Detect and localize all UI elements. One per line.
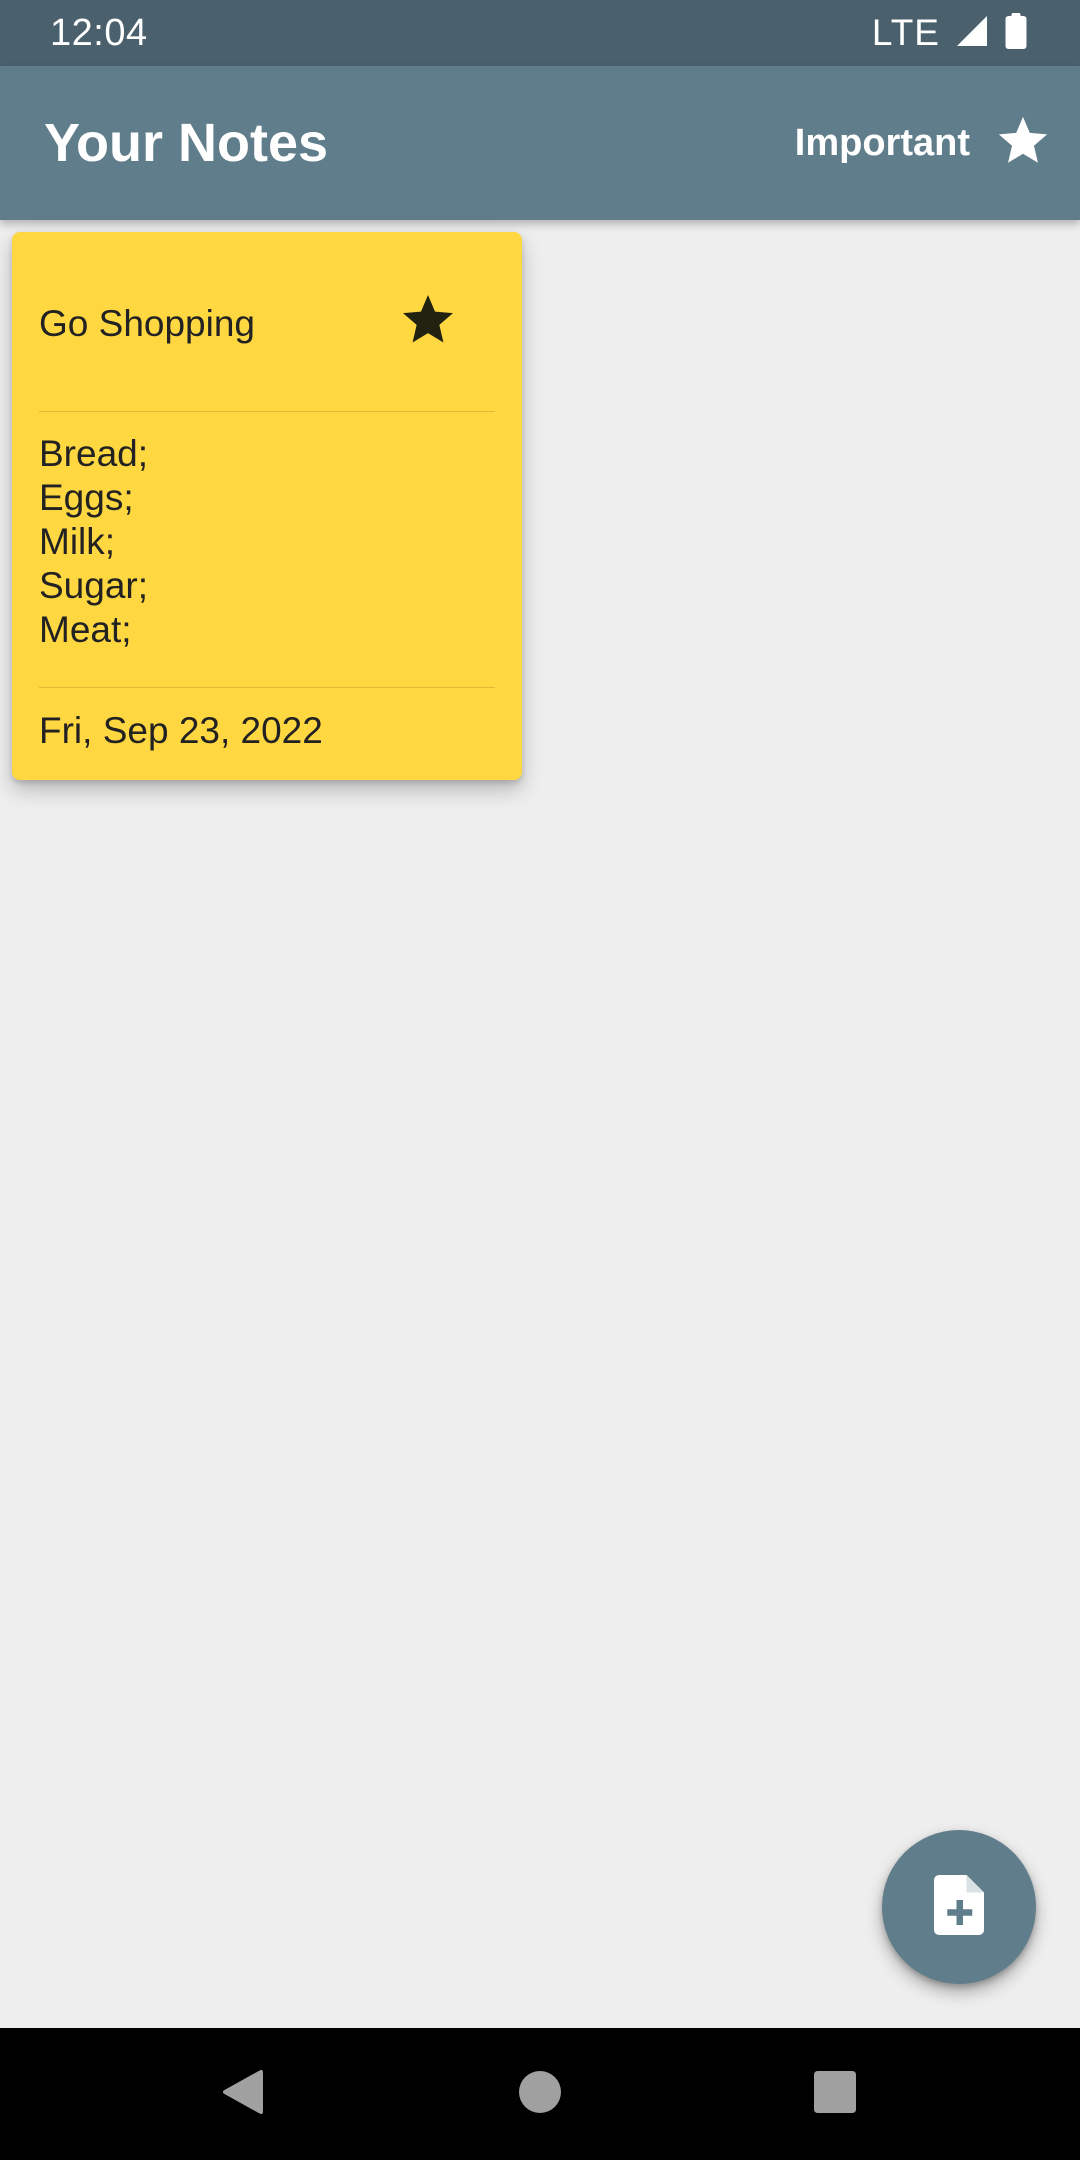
add-note-button[interactable] <box>882 1830 1036 1984</box>
status-time: 12:04 <box>50 12 148 54</box>
note-body: Bread; Eggs; Milk; Sugar; Meat; <box>39 432 148 652</box>
back-button[interactable] <box>213 2064 273 2124</box>
note-body-line: Sugar; <box>39 565 149 606</box>
network-type: LTE <box>871 12 940 53</box>
status-bar: 12:04 LTE <box>0 0 1080 66</box>
note-divider <box>39 687 495 688</box>
note-card[interactable]: Go Shopping Bread; Eggs; Milk; Sugar; Me… <box>12 232 522 780</box>
note-add-icon <box>933 1874 985 1940</box>
navigation-bar <box>0 2028 1080 2160</box>
important-star-icon[interactable] <box>398 290 458 355</box>
important-filter-label: Important <box>794 121 970 164</box>
note-divider <box>39 411 495 412</box>
star-icon <box>994 112 1052 175</box>
app-bar: Your Notes Important <box>0 66 1080 220</box>
page-title: Your Notes <box>44 113 329 173</box>
note-date: Fri, Sep 23, 2022 <box>39 710 323 751</box>
status-icons: LTE <box>872 10 1028 56</box>
note-body-line: Bread; <box>39 433 149 474</box>
note-body-line: Milk; <box>39 521 116 562</box>
home-icon <box>519 2070 561 2118</box>
recents-button[interactable] <box>805 2064 865 2124</box>
battery-icon <box>1004 12 1028 54</box>
signal-icon <box>954 13 990 54</box>
back-icon <box>221 2068 265 2121</box>
note-body-line: Meat; <box>39 609 132 650</box>
recents-icon <box>814 2070 856 2118</box>
note-title: Go Shopping <box>39 303 256 344</box>
note-body-line: Eggs; <box>39 477 134 518</box>
important-filter-button[interactable]: Important <box>795 98 1052 188</box>
home-button[interactable] <box>510 2064 570 2124</box>
